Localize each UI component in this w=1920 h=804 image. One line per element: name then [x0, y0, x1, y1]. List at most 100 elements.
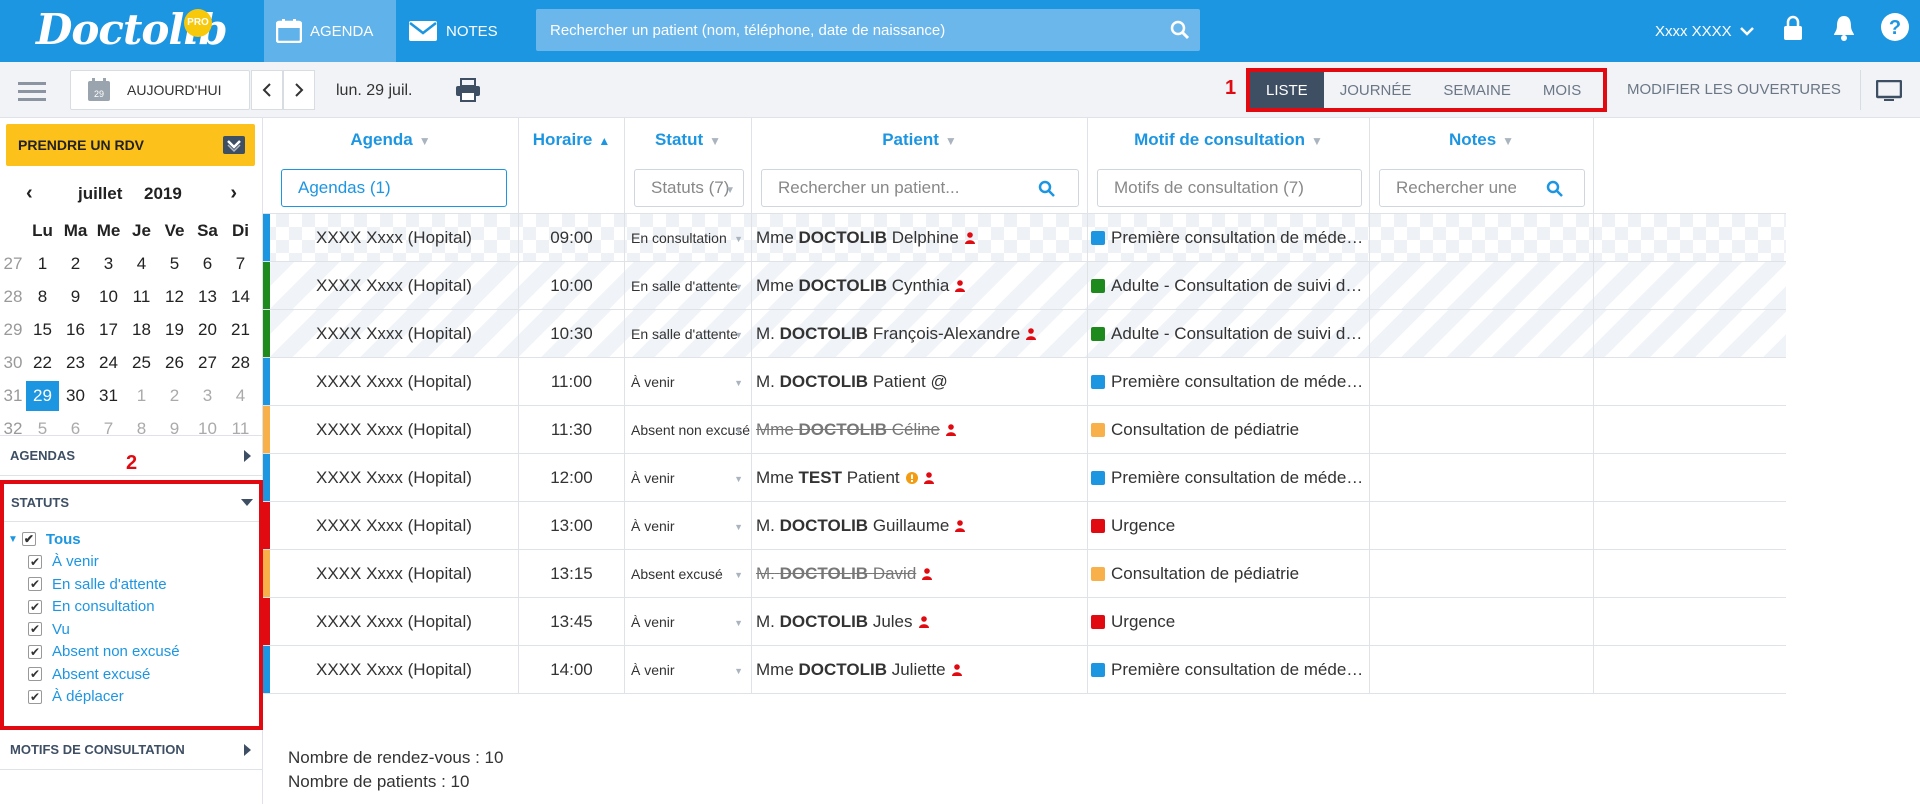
status-filter-item[interactable]: ✔ Vu [4, 618, 180, 641]
view-liste[interactable]: LISTE [1250, 72, 1324, 108]
notes-cell[interactable] [1370, 358, 1594, 405]
modify-openings-button[interactable]: MODIFIER LES OUVERTURES [1627, 81, 1841, 98]
section-statuts[interactable]: STATUTS [4, 484, 259, 522]
checkbox[interactable]: ✔ [28, 667, 42, 682]
notes-cell[interactable] [1370, 214, 1594, 261]
table-row[interactable]: XXXX Xxxx (Hopital) 11:30 Absent non excus… [263, 406, 1786, 454]
calendar-day[interactable]: 14 [224, 282, 257, 312]
table-row[interactable]: XXXX Xxxx (Hopital) 13:15 Absent excusé ▼ M.… [263, 550, 1786, 598]
col-motif-sort[interactable]: Motif de consultation ▼ [1088, 130, 1369, 150]
table-row[interactable]: XXXX Xxxx (Hopital) 09:00 En consultation ▼… [263, 214, 1786, 262]
patient-name[interactable]: Mme DOCTOLIB Juliette [756, 660, 946, 680]
nav-notes[interactable]: NOTES [406, 0, 506, 62]
calendar-day[interactable]: 16 [59, 315, 92, 345]
checkbox[interactable]: ✔ [28, 554, 42, 569]
monitor-icon[interactable] [1876, 80, 1902, 102]
calendar-day[interactable]: 15 [26, 315, 59, 345]
calendar-day[interactable]: 11 [125, 282, 158, 312]
checkbox[interactable]: ✔ [28, 577, 42, 592]
patient-cell[interactable]: Mme DOCTOLIB Juliette [752, 646, 1088, 693]
patient-cell[interactable]: M. DOCTOLIB Jules [752, 598, 1088, 645]
calendar-day[interactable]: 8 [26, 282, 59, 312]
status-dropdown[interactable]: En salle d'attente ▼ [625, 310, 752, 357]
menu-icon[interactable] [18, 80, 46, 102]
calendar-day[interactable]: 23 [59, 348, 92, 378]
calendar-day[interactable]: 19 [158, 315, 191, 345]
motif-filter[interactable]: Motifs de consultation (7) [1097, 169, 1362, 207]
status-dropdown[interactable]: À venir ▼ [625, 358, 752, 405]
next-month-button[interactable]: › [230, 182, 237, 205]
notes-cell[interactable] [1370, 310, 1594, 357]
search-icon[interactable] [1170, 20, 1190, 40]
agenda-filter[interactable]: Agendas (1) [281, 169, 507, 207]
previous-month-button[interactable]: ‹ [26, 182, 33, 205]
previous-day-button[interactable] [251, 70, 283, 110]
patient-cell[interactable]: Mme DOCTOLIB Céline [752, 406, 1088, 453]
calendar-day[interactable]: 4 [224, 381, 257, 411]
patient-name[interactable]: M. DOCTOLIB Guillaume [756, 516, 949, 536]
calendar-day[interactable]: 2 [158, 381, 191, 411]
status-dropdown[interactable]: Absent non excusé ▼ [625, 406, 752, 453]
col-notes-sort[interactable]: Notes ▼ [1370, 130, 1593, 150]
calendar-day[interactable]: 13 [191, 282, 224, 312]
notes-cell[interactable] [1370, 646, 1594, 693]
status-dropdown[interactable]: Absent excusé ▼ [625, 550, 752, 597]
calendar-day[interactable]: 18 [125, 315, 158, 345]
calendar-day[interactable]: 9 [59, 282, 92, 312]
view-mois[interactable]: MOIS [1527, 72, 1597, 108]
status-filter-item[interactable]: ✔ En salle d'attente [4, 573, 180, 596]
table-row[interactable]: XXXX Xxxx (Hopital) 10:30 En salle d'atten… [263, 310, 1786, 358]
patient-cell[interactable]: Mme DOCTOLIB Delphine [752, 214, 1088, 261]
table-row[interactable]: XXXX Xxxx (Hopital) 13:45 À venir ▼ M. DOCTO… [263, 598, 1786, 646]
book-appointment-button[interactable]: PRENDRE UN RDV [6, 124, 255, 166]
patient-cell[interactable]: Mme TEST Patient [752, 454, 1088, 501]
calendar-day[interactable]: 12 [158, 282, 191, 312]
calendar-day[interactable]: 4 [125, 249, 158, 279]
notes-cell[interactable] [1370, 598, 1594, 645]
notes-cell[interactable] [1370, 406, 1594, 453]
status-filter-item[interactable]: ✔ Absent excusé [4, 663, 180, 686]
help-icon[interactable]: ? [1880, 12, 1910, 42]
calendar-day[interactable]: 2 [59, 249, 92, 279]
calendar-day[interactable]: 29 [26, 380, 59, 411]
status-filter-item[interactable]: ✔ Absent non excusé [4, 641, 180, 664]
calendar-day[interactable]: 1 [125, 381, 158, 411]
nav-agenda[interactable]: AGENDA [264, 0, 396, 62]
printer-icon[interactable] [455, 78, 481, 102]
patient-cell[interactable]: M. DOCTOLIB Guillaume [752, 502, 1088, 549]
calendar-day[interactable]: 22 [26, 348, 59, 378]
next-day-button[interactable] [283, 70, 315, 110]
status-filter-all[interactable]: ▼ ✔ Tous [4, 528, 180, 551]
notes-cell[interactable] [1370, 550, 1594, 597]
calendar-day[interactable]: 10 [92, 282, 125, 312]
checkbox[interactable]: ✔ [21, 532, 36, 547]
checkbox[interactable]: ✔ [28, 622, 42, 637]
patient-cell[interactable]: M. DOCTOLIB François-Alexandre [752, 310, 1088, 357]
chevron-down-icon[interactable] [223, 136, 245, 154]
checkbox[interactable]: ✔ [28, 689, 42, 704]
patient-name[interactable]: Mme DOCTOLIB Cynthia [756, 276, 949, 296]
col-agenda-sort[interactable]: Agenda ▼ [263, 130, 518, 150]
patient-name[interactable]: Mme TEST Patient [756, 468, 900, 488]
notes-filter-input[interactable]: Rechercher une note [1379, 169, 1585, 207]
status-dropdown[interactable]: En salle d'attente ▼ [625, 262, 752, 309]
notes-cell[interactable] [1370, 502, 1594, 549]
table-row[interactable]: XXXX Xxxx (Hopital) 14:00 À venir ▼ Mme DOCT… [263, 646, 1786, 694]
calendar-day[interactable]: 3 [191, 381, 224, 411]
notes-cell[interactable] [1370, 454, 1594, 501]
patient-cell[interactable]: M. DOCTOLIB David [752, 550, 1088, 597]
view-semaine[interactable]: SEMAINE [1427, 72, 1527, 108]
calendar-day[interactable]: 28 [224, 348, 257, 378]
patient-cell[interactable]: M. DOCTOLIB Patient @ [752, 358, 1088, 405]
table-row[interactable]: XXXX Xxxx (Hopital) 10:00 En salle d'atten… [263, 262, 1786, 310]
status-filter-item[interactable]: ✔ À déplacer [4, 686, 180, 709]
status-filter-item[interactable]: ✔ À venir [4, 551, 180, 574]
calendar-day[interactable]: 31 [92, 381, 125, 411]
user-menu[interactable]: Xxxx XXXX [1655, 0, 1754, 62]
status-filter-item[interactable]: ✔ En consultation [4, 596, 180, 619]
col-statut-sort[interactable]: Statut ▼ [625, 130, 751, 150]
col-horaire-sort[interactable]: Horaire ▲ [519, 130, 624, 150]
calendar-day[interactable]: 25 [125, 348, 158, 378]
status-dropdown[interactable]: À venir ▼ [625, 502, 752, 549]
col-patient-sort[interactable]: Patient ▼ [752, 130, 1087, 150]
